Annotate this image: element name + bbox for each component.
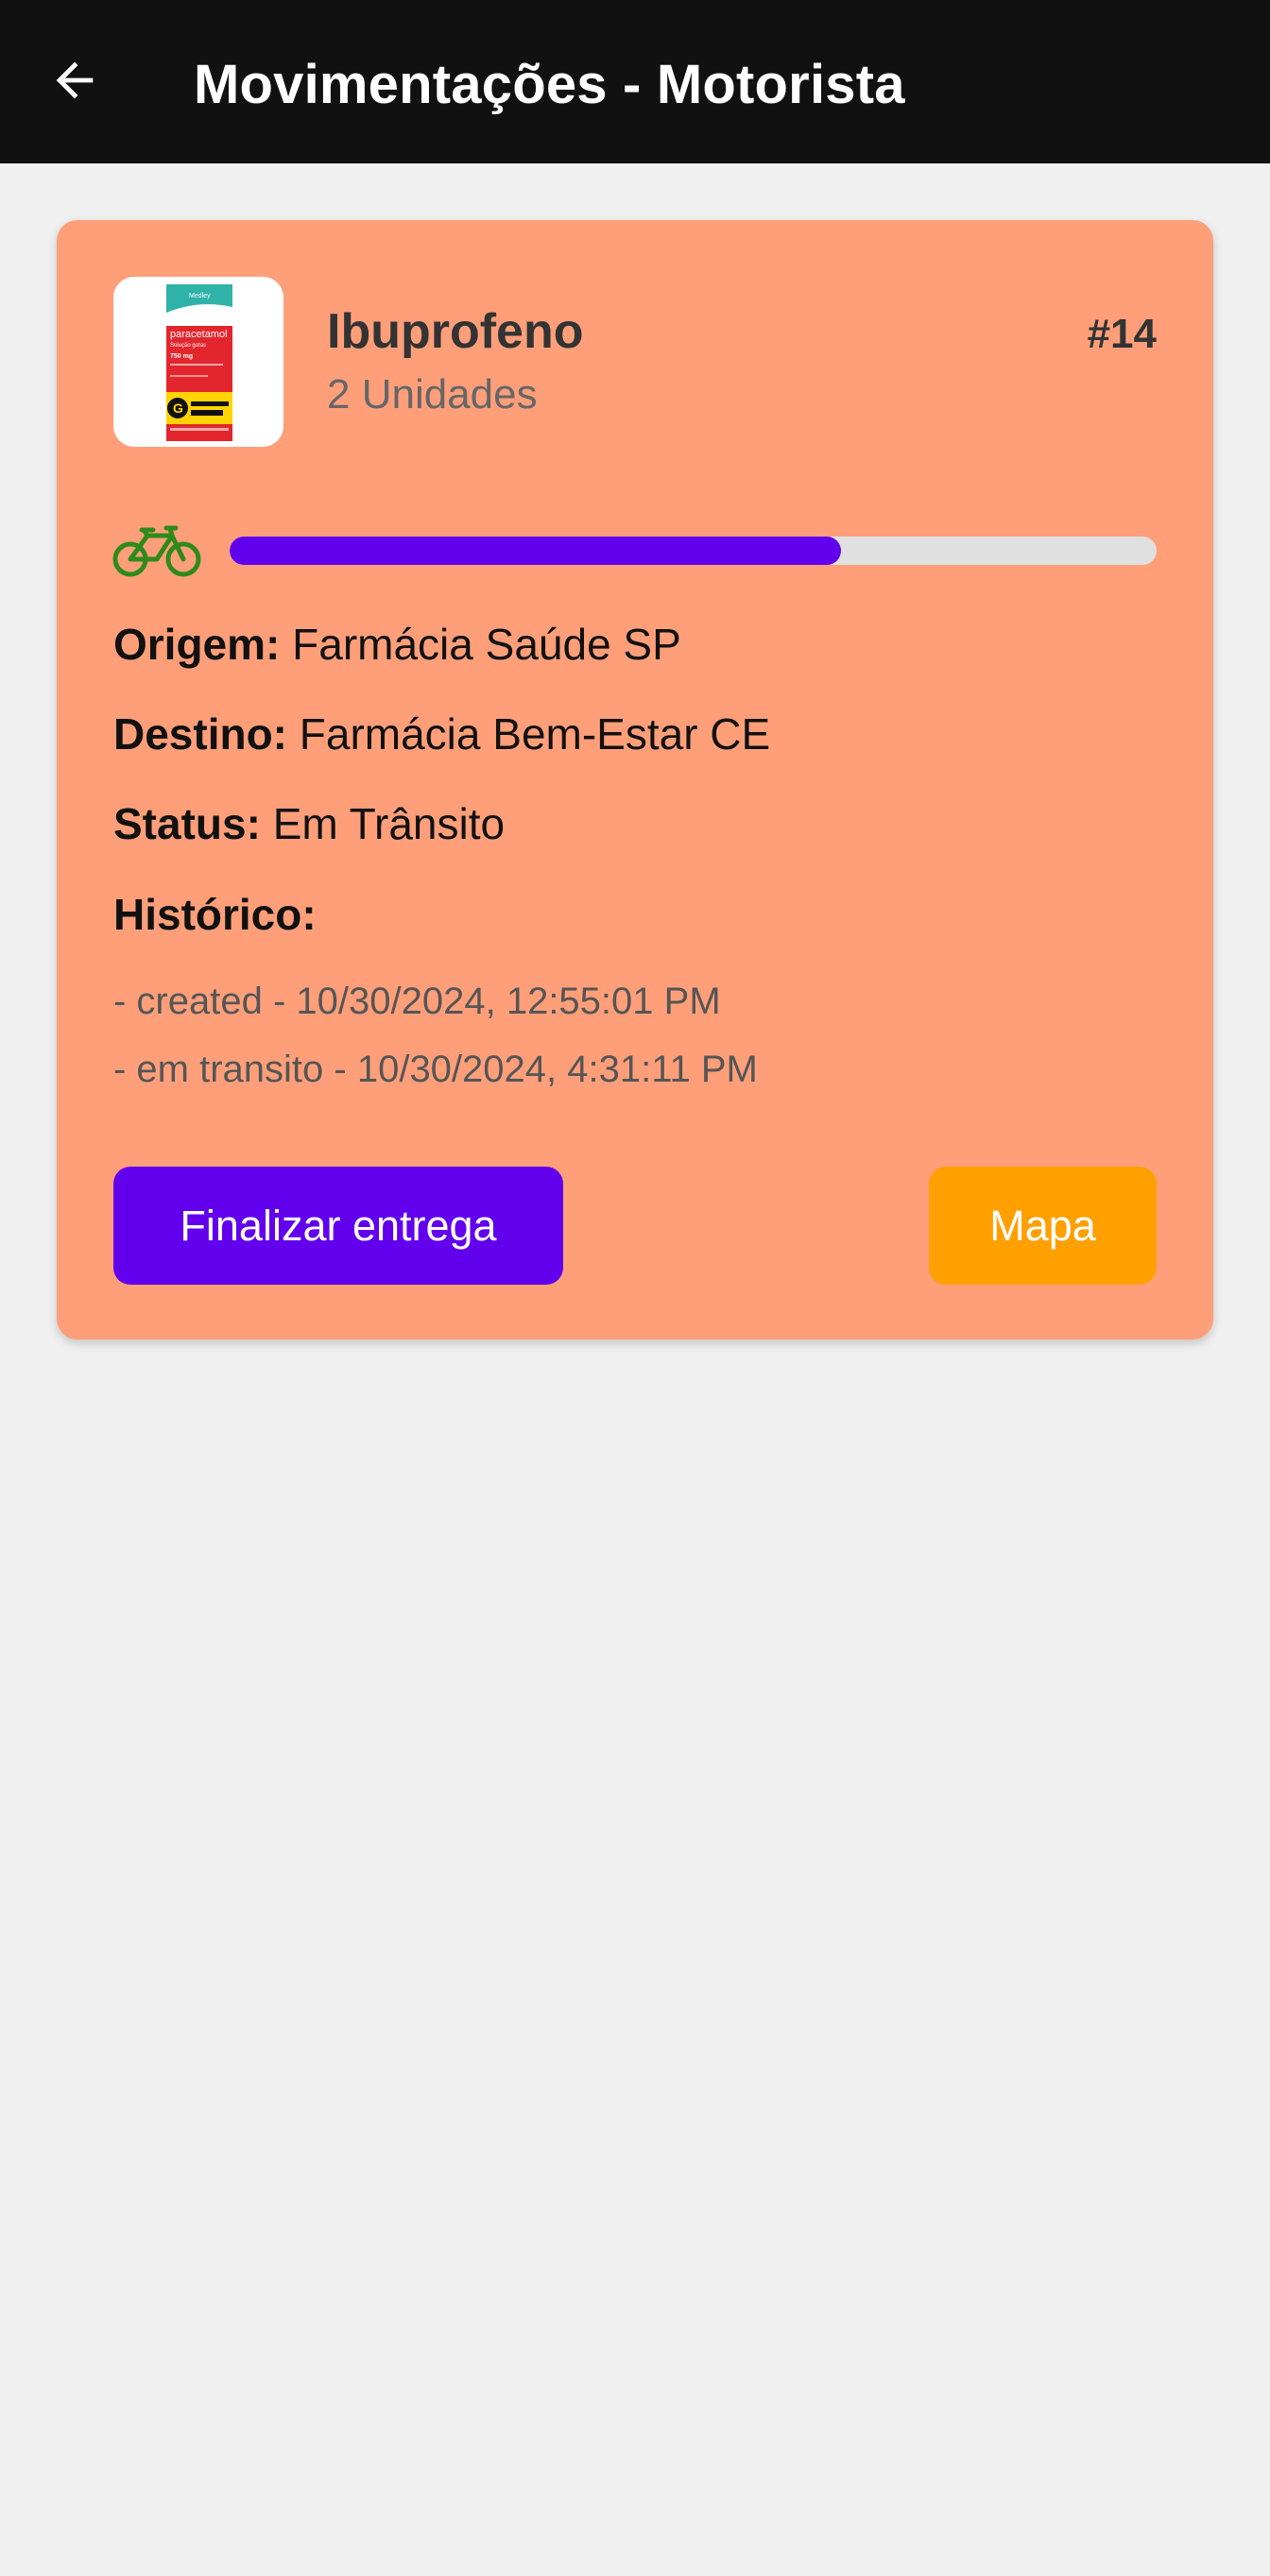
status-row: Status: Em Trânsito (113, 798, 505, 849)
product-name: Ibuprofeno (327, 304, 584, 359)
destination-value: Farmácia Bem-Estar CE (299, 709, 771, 759)
destination-row: Destino: Farmácia Bem-Estar CE (113, 708, 770, 759)
app-bar: Movimentações - Motorista (0, 0, 1270, 163)
svg-text:G: G (173, 401, 183, 416)
history-item: - em transito - 10/30/2024, 4:31:11 PM (113, 1049, 758, 1090)
page-title: Movimentações - Motorista (194, 54, 905, 115)
order-number: #14 (1087, 311, 1157, 357)
bicycle-icon (112, 525, 201, 577)
product-quantity: 2 Unidades (327, 371, 538, 418)
delivery-progress-bar (230, 537, 1157, 565)
origin-value: Farmácia Saúde SP (292, 620, 681, 669)
destination-label: Destino: (113, 709, 287, 759)
movement-card: Medley paracetamol Solução gotas 750 mg … (57, 220, 1213, 1339)
status-label: Status: (113, 799, 261, 848)
product-thumbnail: Medley paracetamol Solução gotas 750 mg … (113, 277, 283, 447)
arrow-left-icon (56, 61, 94, 99)
origin-row: Origem: Farmácia Saúde SP (113, 619, 681, 670)
medicine-box-image: Medley paracetamol Solução gotas 750 mg … (166, 284, 232, 441)
finish-delivery-button[interactable]: Finalizar entrega (113, 1167, 563, 1285)
delivery-progress-fill (230, 537, 842, 565)
svg-text:paracetamol: paracetamol (170, 329, 228, 340)
svg-text:750 mg: 750 mg (170, 353, 193, 360)
map-button[interactable]: Mapa (929, 1167, 1157, 1285)
svg-text:Medley: Medley (189, 293, 211, 299)
status-value: Em Trânsito (272, 799, 506, 848)
back-button[interactable] (47, 53, 102, 108)
origin-label: Origem: (113, 620, 281, 669)
svg-text:Solução gotas: Solução gotas (170, 343, 206, 349)
history-title: Histórico: (113, 890, 317, 939)
history-item: - created - 10/30/2024, 12:55:01 PM (113, 981, 721, 1022)
